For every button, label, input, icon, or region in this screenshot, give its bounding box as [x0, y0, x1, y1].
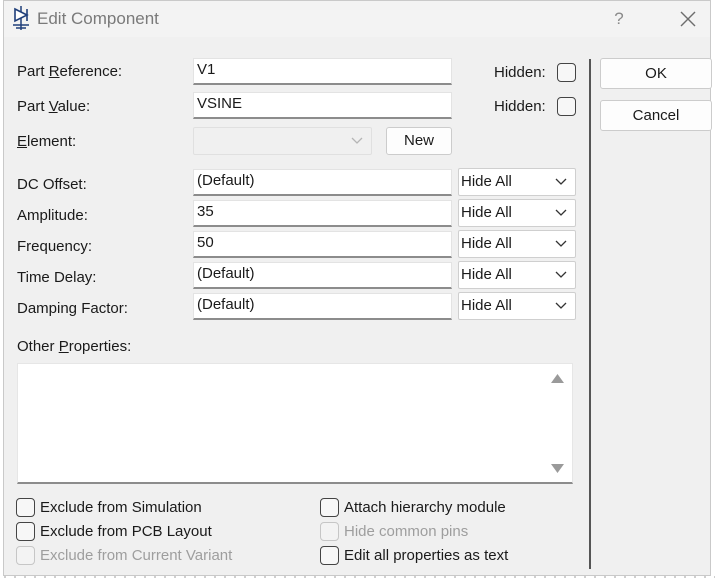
- edit-properties-as-text-checkbox[interactable]: [320, 546, 339, 565]
- element-label: Element:: [17, 133, 77, 150]
- attach-hierarchy-module-label: Attach hierarchy module: [344, 499, 506, 516]
- damping-factor-visibility-select[interactable]: Hide All: [458, 292, 576, 320]
- part-value-label: Part Value:: [17, 98, 91, 115]
- hide-common-pins-checkbox[interactable]: [320, 522, 339, 541]
- part-reference-hidden-label: Hidden:: [494, 64, 546, 81]
- exclude-current-variant-label: Exclude from Current Variant: [40, 547, 233, 564]
- amplitude-input[interactable]: 35: [193, 200, 452, 227]
- part-reference-hidden-checkbox[interactable]: [557, 63, 576, 82]
- window-title: Edit Component: [37, 9, 159, 28]
- chevron-down-icon: [555, 178, 567, 185]
- time-delay-label: Time Delay:: [17, 269, 97, 286]
- hide-common-pins-label: Hide common pins: [344, 523, 469, 540]
- time-delay-input[interactable]: (Default): [193, 262, 452, 289]
- chevron-down-icon: [555, 302, 567, 309]
- chevron-down-icon: [555, 271, 567, 278]
- vertical-divider: [589, 59, 591, 569]
- part-reference-label: Part Reference:: [17, 63, 123, 80]
- damping-factor-label: Damping Factor:: [17, 300, 128, 317]
- component-icon: [13, 6, 29, 30]
- other-properties-label: Other Properties:: [17, 338, 132, 355]
- time-delay-visibility-select[interactable]: Hide All: [458, 261, 576, 289]
- frequency-visibility-select[interactable]: Hide All: [458, 230, 576, 258]
- other-properties-textarea[interactable]: [17, 363, 573, 484]
- dc-offset-visibility-select[interactable]: Hide All: [458, 168, 576, 196]
- attach-hierarchy-module-checkbox[interactable]: [320, 498, 339, 517]
- dc-offset-input[interactable]: (Default): [193, 169, 452, 196]
- part-reference-input[interactable]: V1: [193, 58, 452, 85]
- new-element-button[interactable]: New: [386, 127, 452, 155]
- edit-properties-as-text-label: Edit all properties as text: [344, 547, 509, 564]
- title-bar[interactable]: Edit Component ?: [4, 1, 710, 37]
- damping-factor-input[interactable]: (Default): [193, 293, 452, 320]
- part-value-input[interactable]: VSINE: [193, 92, 452, 119]
- exclude-simulation-label: Exclude from Simulation: [40, 499, 202, 516]
- dc-offset-label: DC Offset:: [17, 176, 87, 193]
- part-value-hidden-label: Hidden:: [494, 98, 546, 115]
- exclude-simulation-checkbox[interactable]: [16, 498, 35, 517]
- exclude-pcb-layout-checkbox[interactable]: [16, 522, 35, 541]
- help-button[interactable]: ?: [607, 7, 631, 31]
- exclude-pcb-layout-label: Exclude from PCB Layout: [40, 523, 212, 540]
- amplitude-label: Amplitude:: [17, 207, 88, 224]
- element-select[interactable]: [193, 127, 372, 155]
- part-value-hidden-checkbox[interactable]: [557, 97, 576, 116]
- exclude-current-variant-checkbox[interactable]: [16, 546, 35, 565]
- scroll-down-arrow-icon[interactable]: [551, 464, 564, 473]
- edit-component-dialog: Edit Component ? Part Reference: V1 Hidd…: [3, 0, 712, 576]
- ok-button[interactable]: OK: [600, 58, 712, 89]
- chevron-down-icon: [555, 240, 567, 247]
- chevron-down-icon: [555, 209, 567, 216]
- frequency-input[interactable]: 50: [193, 231, 452, 258]
- amplitude-visibility-select[interactable]: Hide All: [458, 199, 576, 227]
- cancel-button[interactable]: Cancel: [600, 100, 712, 131]
- frequency-label: Frequency:: [17, 238, 93, 255]
- scroll-up-arrow-icon[interactable]: [551, 374, 564, 383]
- close-icon[interactable]: [678, 9, 698, 29]
- chevron-down-icon: [351, 137, 363, 144]
